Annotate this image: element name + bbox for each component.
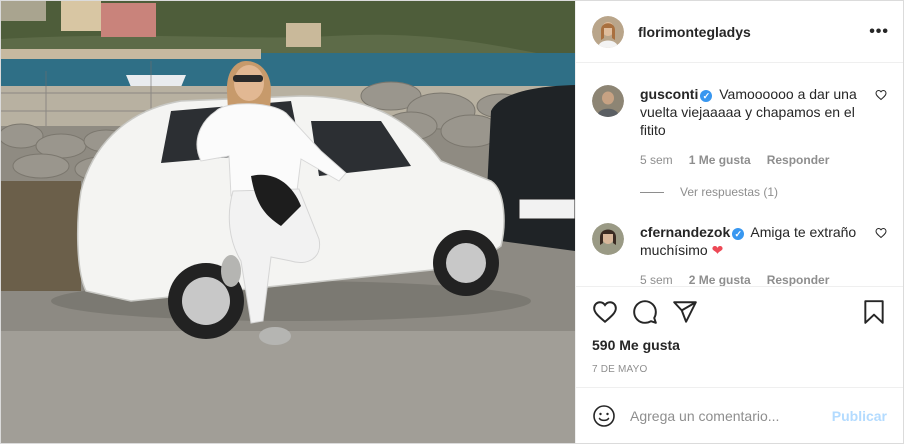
comment-item: gusconti ✓ Vamoooooo a dar una vuelta vie… <box>592 85 887 167</box>
author-avatar[interactable] <box>592 15 624 48</box>
replies-divider <box>640 191 664 193</box>
comment-text: cfernandezok ✓ Amiga te extraño muchísimo… <box>640 223 865 259</box>
like-heart-icon[interactable] <box>592 299 618 325</box>
commenter-avatar-image <box>592 223 624 255</box>
emoji-smiley-icon[interactable] <box>592 404 616 428</box>
comment-meta: 5 sem 2 Me gusta Responder <box>640 273 865 286</box>
more-options-button[interactable]: ••• <box>869 23 889 41</box>
reply-button[interactable]: Responder <box>767 273 830 286</box>
post-actions: 590 Me gusta 7 DE MAYO <box>576 286 903 387</box>
add-comment-bar: Publicar <box>576 387 903 443</box>
action-icons-row <box>592 297 887 327</box>
post-container: florimontegladys ••• gusconti ✓ Vamoooooo… <box>0 0 904 444</box>
comment-bubble-icon[interactable] <box>632 299 658 325</box>
publish-button[interactable]: Publicar <box>832 408 887 424</box>
view-replies-label: Ver respuestas (1) <box>680 185 779 199</box>
comment-meta: 5 sem 1 Me gusta Responder <box>640 153 865 167</box>
reply-button[interactable]: Responder <box>767 153 830 167</box>
comment-input[interactable] <box>628 406 832 425</box>
comment-body: cfernandezok ✓ Amiga te extraño muchísimo… <box>640 223 887 286</box>
post-date[interactable]: 7 DE MAYO <box>592 364 887 387</box>
author-avatar-image <box>592 15 624 48</box>
comments-list: gusconti ✓ Vamoooooo a dar una vuelta vie… <box>576 63 903 286</box>
author-username[interactable]: florimontegladys <box>638 24 869 40</box>
post-header: florimontegladys ••• <box>576 1 903 63</box>
comment-time[interactable]: 5 sem <box>640 273 673 286</box>
save-bookmark-icon[interactable] <box>861 299 887 325</box>
comment-body: gusconti ✓ Vamoooooo a dar una vuelta vie… <box>640 85 887 167</box>
verified-badge-icon: ✓ <box>700 90 713 102</box>
post-side-panel: florimontegladys ••• gusconti ✓ Vamoooooo… <box>575 1 903 443</box>
post-photo[interactable] <box>1 1 575 443</box>
post-photo-illustration <box>1 1 575 443</box>
red-heart-emoji: ❤ <box>711 242 724 258</box>
view-replies-button[interactable]: Ver respuestas (1) <box>640 185 887 199</box>
commenter-avatar-image <box>592 85 624 117</box>
comment-text: gusconti ✓ Vamoooooo a dar una vuelta vie… <box>640 85 865 139</box>
comment-likes[interactable]: 2 Me gusta <box>689 273 751 286</box>
commenter-avatar[interactable] <box>592 223 624 255</box>
likes-count[interactable]: 590 Me gusta <box>592 337 887 353</box>
comment-likes[interactable]: 1 Me gusta <box>689 153 751 167</box>
comment-username[interactable]: cfernandezok <box>640 224 730 240</box>
like-comment-heart-icon[interactable] <box>875 89 887 101</box>
comment-username[interactable]: gusconti <box>640 86 698 102</box>
like-comment-heart-icon[interactable] <box>875 227 887 239</box>
comment-time[interactable]: 5 sem <box>640 153 673 167</box>
commenter-avatar[interactable] <box>592 85 624 117</box>
comment-item: cfernandezok ✓ Amiga te extraño muchísimo… <box>592 223 887 286</box>
verified-badge-icon: ✓ <box>732 228 745 240</box>
share-send-icon[interactable] <box>672 299 698 325</box>
